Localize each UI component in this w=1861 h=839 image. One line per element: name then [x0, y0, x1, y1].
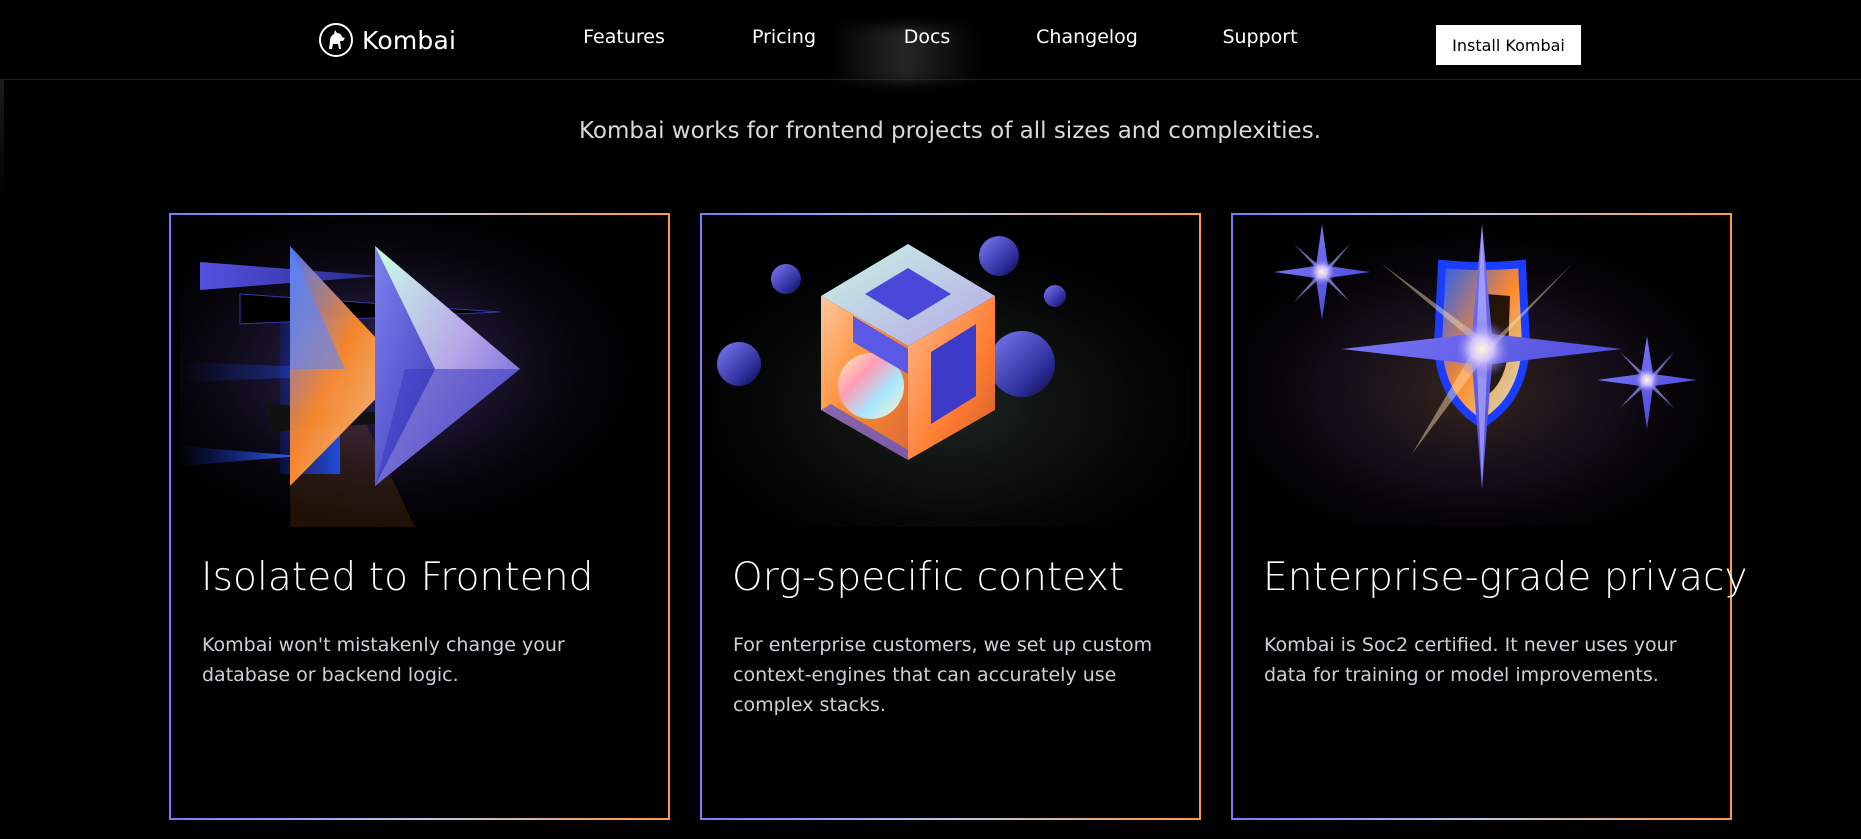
nav-support[interactable]: Support [1222, 26, 1297, 48]
feature-card-frontend: Isolated to Frontend Kombai won't mistak… [169, 213, 670, 820]
feature-card-privacy: Enterprise-grade privacy Kombai is Soc2 … [1231, 213, 1748, 820]
feature-card-context: Org-specific context For enterprise cust… [700, 213, 1201, 820]
nav-pricing[interactable]: Pricing [752, 26, 816, 48]
section-tagline: Kombai works for frontend projects of al… [578, 118, 1322, 144]
card-description: Kombai is Soc2 certified. It never uses … [1264, 634, 1677, 686]
main-nav: Features Pricing Docs Changelog Support [0, 26, 1861, 82]
shield-stars-illustration [1242, 224, 1721, 527]
nav-features[interactable]: Features [583, 26, 665, 48]
top-navigation-bar: Kombai Features Pricing Docs Changelog S… [0, 0, 1861, 82]
install-kombai-button[interactable]: Install Kombai [1436, 25, 1581, 65]
card-description: Kombai won't mistakenly change your data… [202, 634, 565, 686]
arrows-illustration [180, 224, 659, 527]
nav-docs[interactable]: Docs [904, 26, 951, 48]
card-title: Enterprise-grade privacy [1263, 555, 1748, 600]
nav-changelog[interactable]: Changelog [1036, 26, 1138, 48]
card-description: For enterprise customers, we set up cust… [733, 634, 1153, 716]
card-title: Isolated to Frontend [201, 555, 594, 600]
cube-illustration [711, 224, 1190, 527]
card-title: Org-specific context [732, 555, 1125, 600]
